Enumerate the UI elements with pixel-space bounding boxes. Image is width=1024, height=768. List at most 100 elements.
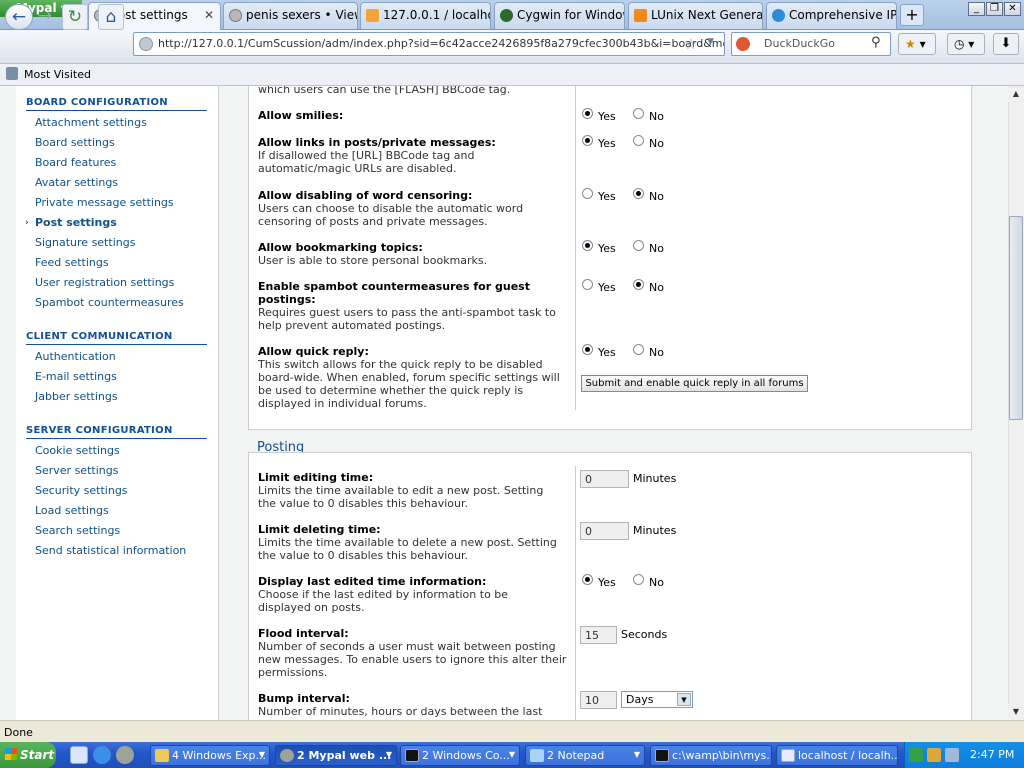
- chevron-down-icon[interactable]: ▼: [677, 693, 691, 706]
- limit-deleting-input[interactable]: 0: [580, 522, 629, 540]
- history-button[interactable]: ◷ ▾: [947, 33, 985, 55]
- most-visited-bookmark[interactable]: Most Visited: [24, 68, 91, 81]
- enable-quick-reply-all-forums-button[interactable]: Submit and enable quick reply in all for…: [581, 375, 808, 392]
- status-bar: Done: [0, 720, 1024, 742]
- new-tab-button[interactable]: +: [900, 4, 924, 26]
- bump-interval-input[interactable]: 10: [580, 691, 617, 709]
- bump-interval-unit-value: Days: [626, 693, 654, 706]
- back-button[interactable]: ←: [5, 4, 33, 30]
- allow-links-description: If disallowed the [URL] BBCode tag and a…: [258, 149, 475, 175]
- no-label: No: [649, 281, 664, 294]
- tab-cygwin[interactable]: Cygwin for Windows...: [494, 2, 625, 29]
- search-icon[interactable]: ⚲: [871, 35, 881, 50]
- url-bar[interactable]: http://127.0.0.1/CumScussion/adm/index.p…: [133, 32, 725, 56]
- duckduckgo-icon[interactable]: [736, 37, 750, 51]
- last-edited-label: Display last edited time information:: [258, 575, 487, 588]
- wamp-server-icon[interactable]: [927, 748, 941, 762]
- sidebar-item-server-settings[interactable]: Server settings: [35, 464, 118, 477]
- console-icon: [655, 749, 669, 762]
- sidebar-item-authentication[interactable]: Authentication: [35, 350, 116, 363]
- bookmarks-menu-button[interactable]: ★ ▾: [898, 33, 936, 55]
- yes-label: Yes: [598, 110, 616, 123]
- sidebar-item-load-settings[interactable]: Load settings: [35, 504, 109, 517]
- limit-editing-input[interactable]: 0: [580, 470, 629, 488]
- allow-bookmarking-no-radio[interactable]: [633, 240, 644, 251]
- internet-explorer-icon[interactable]: [93, 746, 111, 764]
- quick-reply-yes-radio[interactable]: [582, 344, 593, 355]
- sidebar-item-email-settings[interactable]: E-mail settings: [35, 370, 117, 383]
- column-divider: [575, 86, 576, 410]
- taskbar-item-notepad[interactable]: 2 Notepad ▼: [525, 745, 645, 766]
- allow-links-yes-radio[interactable]: [582, 135, 593, 146]
- sidebar-item-attachment-settings[interactable]: Attachment settings: [35, 116, 147, 129]
- close-window-button[interactable]: ✕: [1004, 2, 1021, 16]
- last-edited-no-radio[interactable]: [633, 574, 644, 585]
- yes-label: Yes: [598, 281, 616, 294]
- mypal-quicklaunch-icon[interactable]: [116, 746, 134, 764]
- allow-disable-censoring-no-radio[interactable]: [633, 188, 644, 199]
- tray-app-icon[interactable]: [909, 748, 923, 762]
- sidebar-item-signature-settings[interactable]: Signature settings: [35, 236, 135, 249]
- sidebar-item-user-registration-settings[interactable]: User registration settings: [35, 276, 174, 289]
- taskbar-item-windows-explorer[interactable]: 4 Windows Exp... ▼: [150, 745, 270, 766]
- spambot-guest-no-radio[interactable]: [633, 279, 644, 290]
- tab-phpmyadmin[interactable]: 127.0.0.1 / localhos...: [360, 2, 491, 29]
- tab-lunix[interactable]: LUnix Next Generati...: [628, 2, 763, 29]
- sidebar-item-jabber-settings[interactable]: Jabber settings: [35, 390, 118, 403]
- taskbar-item-windows-console[interactable]: 2 Windows Co... ▼: [400, 745, 520, 766]
- plus-icon: +: [905, 5, 919, 24]
- minimize-button[interactable]: _: [968, 2, 985, 16]
- sidebar-item-private-message-settings[interactable]: Private message settings: [35, 196, 174, 209]
- allow-quick-reply-label: Allow quick reply:: [258, 345, 369, 358]
- downloads-button[interactable]: ⬇: [993, 33, 1019, 55]
- tab-label: LUnix Next Generati...: [651, 8, 763, 22]
- forward-button[interactable]: →: [35, 4, 55, 30]
- sidebar-item-search-settings[interactable]: Search settings: [35, 524, 120, 537]
- sidebar-item-avatar-settings[interactable]: Avatar settings: [35, 176, 118, 189]
- scrollbar-thumb[interactable]: [1009, 216, 1023, 420]
- flood-interval-input[interactable]: 15: [580, 626, 617, 644]
- sidebar-item-post-settings[interactable]: Post settings: [35, 216, 117, 229]
- bookmarks-icon: ★: [905, 37, 916, 51]
- reload-button[interactable]: ↻: [62, 4, 88, 30]
- show-desktop-icon[interactable]: [70, 746, 88, 764]
- close-tab-icon[interactable]: ✕: [204, 8, 214, 22]
- sidebar-item-send-statistical-information[interactable]: Send statistical information: [35, 544, 186, 557]
- restore-button[interactable]: ❐: [986, 2, 1003, 16]
- bump-interval-label: Bump interval:: [258, 692, 350, 705]
- url-history-dropdown-icon[interactable]: ▼: [707, 37, 714, 47]
- tab-ip-analysis[interactable]: Comprehensive IP a...: [766, 2, 897, 29]
- quick-reply-no-radio[interactable]: [633, 344, 644, 355]
- last-edited-yes-radio[interactable]: [582, 574, 593, 585]
- allow-bookmarking-yes-radio[interactable]: [582, 240, 593, 251]
- allow-smilies-no-radio[interactable]: [633, 108, 644, 119]
- taskbar-item-mypal[interactable]: 2 Mypal web ... ▼: [275, 745, 397, 766]
- taskbar-item-phpmyadmin[interactable]: localhost / localh...: [776, 745, 898, 766]
- allow-smilies-yes-radio[interactable]: [582, 108, 593, 119]
- bookmark-star-icon[interactable]: ☆: [684, 35, 697, 53]
- search-input[interactable]: DuckDuckGo: [731, 32, 891, 56]
- spambot-guest-yes-radio[interactable]: [582, 279, 593, 290]
- spambot-guest-description: Requires guest users to pass the anti-sp…: [258, 306, 556, 332]
- bookmarks-toolbar: Most Visited: [0, 64, 1024, 86]
- allow-disable-censoring-yes-radio[interactable]: [582, 188, 593, 199]
- scroll-up-arrow-icon[interactable]: ▲: [1008, 86, 1024, 102]
- sidebar-item-board-settings[interactable]: Board settings: [35, 136, 115, 149]
- folder-icon: [155, 749, 169, 762]
- sidebar-item-spambot-countermeasures[interactable]: Spambot countermeasures: [35, 296, 184, 309]
- tab-forum-view[interactable]: penis sexers • View ...: [223, 2, 358, 29]
- sidebar-item-board-features[interactable]: Board features: [35, 156, 116, 169]
- allow-links-no-radio[interactable]: [633, 135, 644, 146]
- cygwin-icon: [500, 9, 513, 22]
- taskbar-item-mysql-console[interactable]: c:\wamp\bin\mys...: [650, 745, 772, 766]
- no-label: No: [649, 346, 664, 359]
- yes-label: Yes: [598, 346, 616, 359]
- sidebar-item-security-settings[interactable]: Security settings: [35, 484, 128, 497]
- home-button[interactable]: ⌂: [98, 4, 124, 30]
- sidebar-item-cookie-settings[interactable]: Cookie settings: [35, 444, 120, 457]
- site-identity-icon[interactable]: [139, 37, 153, 51]
- limit-editing-label: Limit editing time:: [258, 471, 374, 484]
- sidebar-item-feed-settings[interactable]: Feed settings: [35, 256, 109, 269]
- network-icon[interactable]: [945, 748, 959, 762]
- scroll-down-arrow-icon[interactable]: ▼: [1008, 704, 1024, 720]
